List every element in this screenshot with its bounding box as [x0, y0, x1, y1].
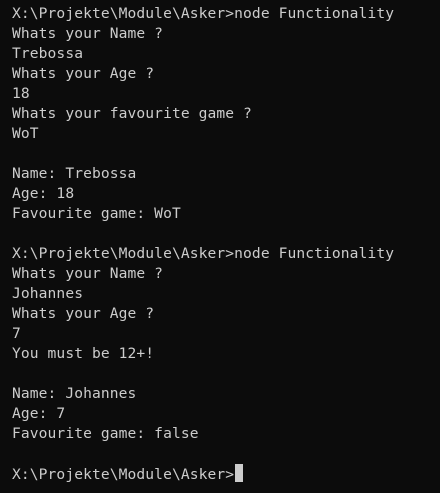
question-name: Whats your Name ? — [12, 25, 164, 42]
current-prompt: X:\Projekte\Module\Asker> — [12, 466, 235, 483]
command-line: X:\Projekte\Module\Asker>node Functional… — [12, 5, 395, 22]
output-name: Name: Johannes — [12, 385, 137, 402]
current-prompt-line[interactable]: X:\Projekte\Module\Asker> — [12, 464, 440, 484]
question-age: Whats your Age ? — [12, 305, 155, 322]
output-game: Favourite game: WoT — [12, 205, 181, 222]
question-game: Whats your favourite game ? — [12, 105, 252, 122]
command-line: X:\Projekte\Module\Asker>node Functional… — [12, 245, 395, 262]
age-warning: You must be 12+! — [12, 345, 155, 362]
answer-name: Johannes — [12, 285, 84, 302]
answer-game: WoT — [12, 125, 39, 142]
answer-age: 18 — [12, 85, 30, 102]
output-age: Age: 18 — [12, 185, 75, 202]
output-age: Age: 7 — [12, 405, 66, 422]
answer-name: Trebossa — [12, 45, 84, 62]
answer-age: 7 — [12, 325, 21, 342]
terminal-window[interactable]: X:\Projekte\Module\Asker>node Functional… — [0, 0, 440, 493]
question-age: Whats your Age ? — [12, 65, 155, 82]
text-cursor[interactable] — [235, 464, 244, 482]
question-name: Whats your Name ? — [12, 265, 164, 282]
output-game: Favourite game: false — [12, 425, 199, 442]
output-name: Name: Trebossa — [12, 165, 137, 182]
